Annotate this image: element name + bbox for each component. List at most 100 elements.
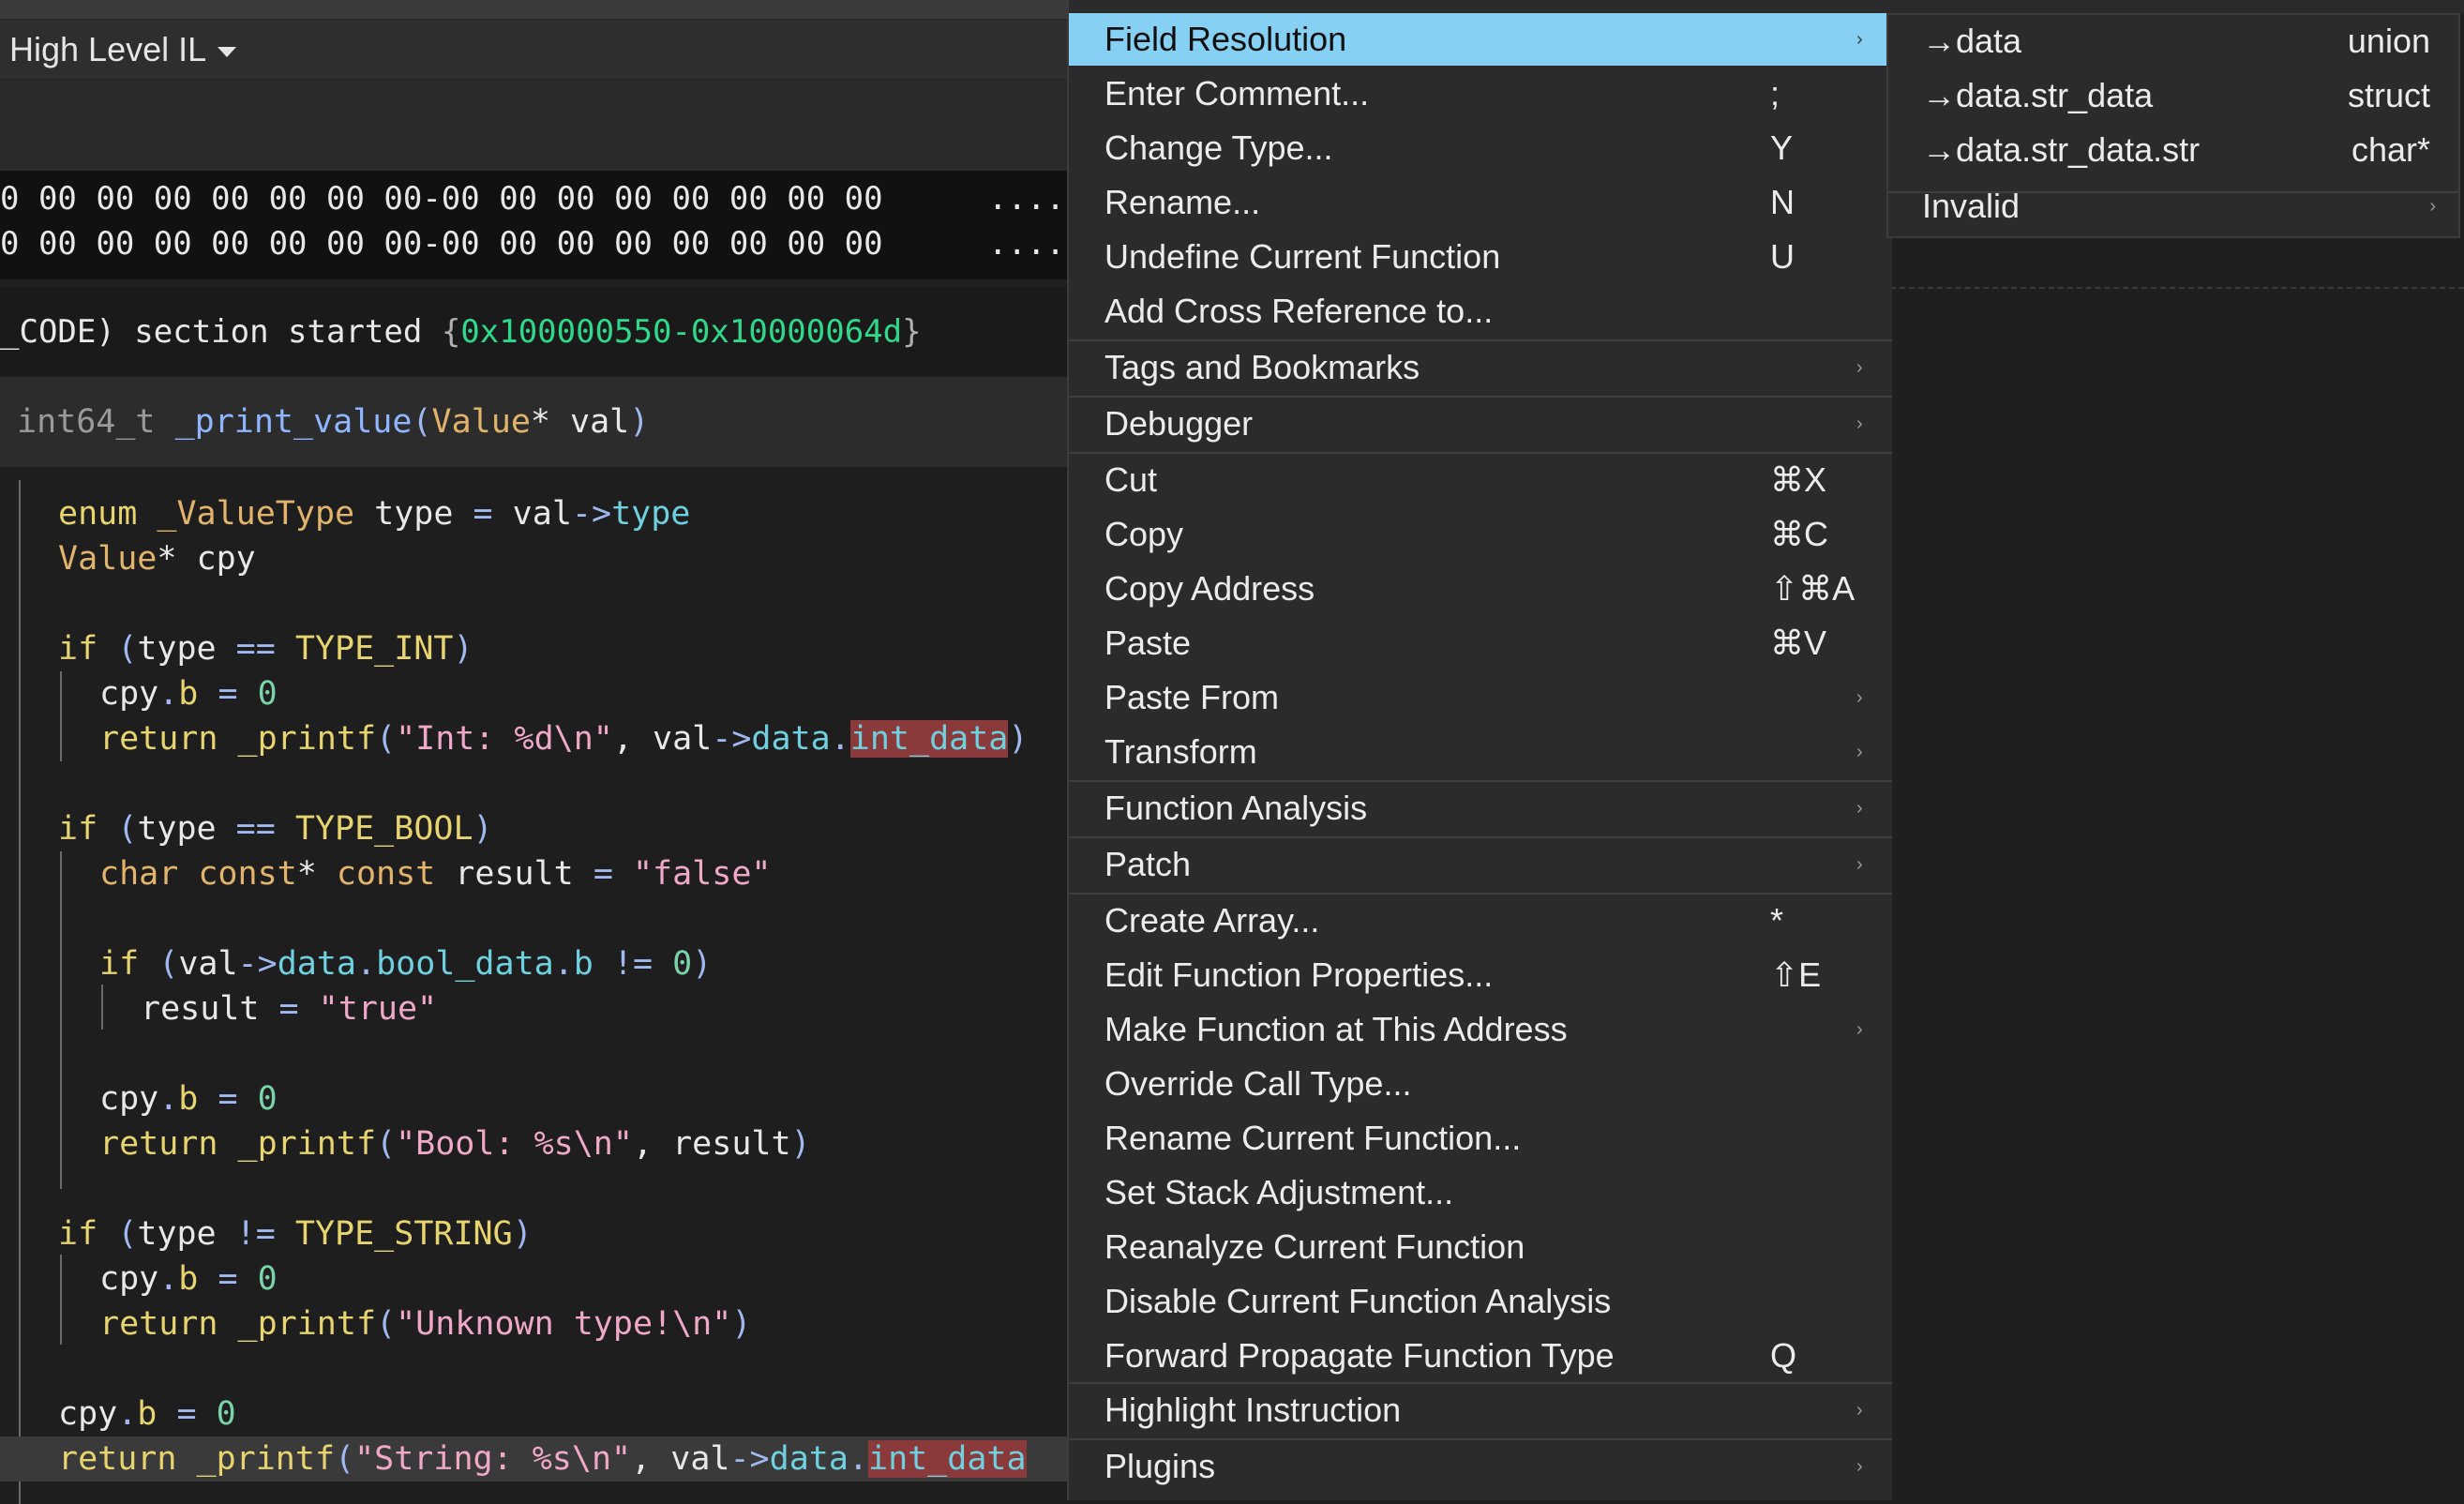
menu-item-label: Rename... — [1104, 183, 1261, 221]
log-address-range[interactable]: 0x100000550-0x10000064d — [460, 313, 902, 351]
menu-item-tags-and-bookmarks[interactable]: Tags and Bookmarks › — [1069, 341, 1892, 394]
token: type — [611, 495, 691, 533]
token: == — [235, 630, 276, 668]
submenu-item-type: char* — [2351, 130, 2430, 169]
token: cpy — [99, 1260, 159, 1298]
menu-item-add-cross-reference[interactable]: Add Cross Reference to... — [1069, 285, 1892, 338]
code-line[interactable]: if (type == TYPE_INT) — [0, 626, 1069, 671]
menu-item-set-stack-adjustment[interactable]: Set Stack Adjustment... — [1069, 1166, 1892, 1219]
token: cpy — [99, 1080, 159, 1118]
token: bool_data — [376, 945, 554, 983]
token: ) — [512, 1215, 533, 1253]
code-line[interactable]: cpy.b = 0 — [0, 1256, 1069, 1301]
menu-item-disable-function-analysis[interactable]: Disable Current Function Analysis — [1069, 1275, 1892, 1328]
menu-item-field-resolution[interactable]: Field Resolution › — [1069, 13, 1892, 66]
menu-item-make-function[interactable]: Make Function at This Address › — [1069, 1003, 1892, 1056]
code-line[interactable]: enum _ValueType type = val->type — [0, 491, 1069, 536]
token: return — [58, 1440, 177, 1478]
menu-item-rename[interactable]: Rename... N — [1069, 176, 1892, 229]
menu-item-rename-current-function[interactable]: Rename Current Function... — [1069, 1112, 1892, 1165]
code-line[interactable]: if (val->data.bool_data.b != 0) — [0, 941, 1069, 986]
token: = — [198, 1080, 258, 1118]
submenu-item-type: struct — [2347, 76, 2430, 114]
token: char const — [99, 855, 297, 893]
sig-param[interactable]: * val — [531, 403, 629, 441]
sig-function-name[interactable]: _print_value — [175, 403, 413, 441]
menu-item-change-type[interactable]: Change Type... Y — [1069, 122, 1892, 174]
code-line[interactable]: Value* cpy — [0, 536, 1069, 581]
menu-item-undefine-function[interactable]: Undefine Current Function U — [1069, 231, 1892, 283]
code-line[interactable]: return _printf("Int: %d\n", val->data.in… — [0, 716, 1069, 761]
menu-item-cut[interactable]: Cut ⌘X — [1069, 454, 1892, 506]
menu-item-transform[interactable]: Transform › — [1069, 726, 1892, 778]
menu-item-enter-comment[interactable]: Enter Comment...; — [1069, 68, 1892, 120]
code-line[interactable]: cpy.b = 0 — [0, 671, 1069, 716]
submenu-item-label: →data.str_data — [1922, 76, 2154, 114]
menu-item-label: Create Array... — [1104, 901, 1320, 940]
code-line[interactable]: result = "true" — [0, 986, 1069, 1031]
highlighted-token[interactable]: int_data — [868, 1440, 1027, 1478]
menu-item-label: Plugins — [1104, 1447, 1216, 1485]
sig-param-type[interactable]: Value — [432, 403, 531, 441]
menu-item-copy-address[interactable]: Copy Address ⇧⌘A — [1069, 563, 1892, 615]
token: ( — [98, 1215, 138, 1253]
chevron-down-icon — [218, 46, 237, 57]
menu-item-shortcut: ⌘X — [1770, 460, 1827, 499]
code-line[interactable]: cpy.b = 0 — [0, 1076, 1069, 1121]
submenu-item-data-str-data-str[interactable]: →data.str_data.str char* — [1888, 124, 2458, 176]
sig-paren: ) — [629, 403, 650, 441]
token: ) — [1008, 720, 1029, 758]
code-line[interactable]: cpy.b = 0 — [0, 1391, 1069, 1436]
token: TYPE_BOOL — [275, 810, 473, 848]
menu-item-function-analysis[interactable]: Function Analysis › — [1069, 782, 1892, 835]
code-line[interactable]: if (type == TYPE_BOOL) — [0, 806, 1069, 851]
menu-item-reanalyze-function[interactable]: Reanalyze Current Function — [1069, 1221, 1892, 1273]
menu-item-copy[interactable]: Copy ⌘C — [1069, 508, 1892, 561]
code-line-current[interactable]: return _printf("String: %s\n", val->data… — [0, 1436, 1069, 1481]
token: ( — [376, 1125, 397, 1163]
submenu-item-data-str-data[interactable]: →data.str_data struct — [1888, 69, 2458, 122]
token: -> — [712, 720, 752, 758]
code-line[interactable]: if (type != TYPE_STRING) — [0, 1211, 1069, 1256]
menu-item-plugins[interactable]: Plugins › — [1069, 1440, 1892, 1493]
menu-item-forward-propagate-type[interactable]: Forward Propagate Function Type Q — [1069, 1330, 1892, 1382]
menu-item-label: Change Type... — [1104, 128, 1333, 167]
token: ) — [731, 1305, 752, 1343]
menu-item-paste[interactable]: Paste ⌘V — [1069, 617, 1892, 669]
right-panel-header — [1890, 0, 2464, 13]
menu-item-label: Copy Address — [1104, 569, 1315, 608]
chevron-right-icon: › — [1856, 798, 1863, 819]
toolbar-area — [0, 81, 1069, 171]
submenu-item-data[interactable]: →data union — [1888, 15, 2458, 68]
menu-item-highlight-instruction[interactable]: Highlight Instruction › — [1069, 1384, 1892, 1436]
il-selector[interactable]: High Level IL — [9, 30, 237, 69]
menu-item-override-call-type[interactable]: Override Call Type... — [1069, 1058, 1892, 1110]
menu-item-paste-from[interactable]: Paste From › — [1069, 671, 1892, 724]
sig-return-type[interactable]: int64_t — [17, 403, 175, 441]
menu-item-debugger[interactable]: Debugger › — [1069, 398, 1892, 450]
token: . — [158, 1260, 179, 1298]
code-line[interactable]: return _printf("Bool: %s\n", result) — [0, 1121, 1069, 1166]
menu-item-patch[interactable]: Patch › — [1069, 838, 1892, 891]
token: . — [158, 675, 179, 713]
token: * cpy — [157, 540, 256, 578]
token: "Bool: %s\n" — [396, 1125, 633, 1163]
code-line[interactable]: return _printf("Unknown type!\n") — [0, 1301, 1069, 1346]
token: . — [117, 1395, 138, 1433]
chevron-right-icon: › — [1856, 29, 1863, 50]
token: _ValueType — [137, 495, 355, 533]
code-line[interactable]: char const* const result = "false" — [0, 851, 1069, 896]
token: 0 — [257, 1260, 278, 1298]
chevron-right-icon: › — [1856, 854, 1863, 875]
token: . — [355, 945, 377, 983]
token: "String: %s\n" — [354, 1440, 632, 1478]
menu-item-edit-function-properties[interactable]: Edit Function Properties... ⇧E — [1069, 949, 1892, 1001]
menu-item-create-array[interactable]: Create Array... * — [1069, 895, 1892, 947]
submenu-item-invalid[interactable]: Invalid › — [1888, 180, 2458, 233]
highlighted-token[interactable]: int_data — [849, 720, 1009, 758]
token: b — [178, 1080, 199, 1118]
token: , val — [631, 1440, 730, 1478]
token: -> — [237, 945, 278, 983]
menu-item-label: Rename Current Function... — [1104, 1119, 1522, 1157]
